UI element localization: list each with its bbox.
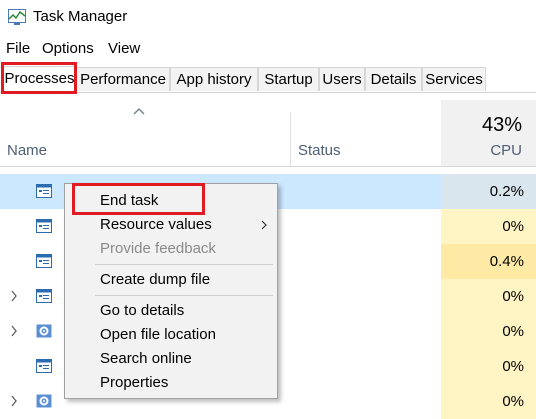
menu-item-provide-feedback: Provide feedback [100, 240, 216, 257]
menu-separator [95, 295, 273, 296]
cpu-cell: 0.4% [441, 244, 536, 279]
menu-item-resource-values[interactable]: Resource values [100, 216, 212, 233]
title-bar: Task Manager [0, 0, 536, 36]
tab-app-history[interactable]: App history [170, 67, 258, 91]
cpu-cell: 0% [441, 349, 536, 384]
tab-startup[interactable]: Startup [258, 67, 319, 91]
cpu-cell: 0% [441, 279, 536, 314]
cpu-cell: 0.2% [441, 174, 536, 209]
column-name[interactable]: Name [7, 142, 47, 159]
sort-up-icon[interactable] [132, 106, 146, 116]
window-app-icon [36, 184, 52, 198]
submenu-chevron-icon [261, 220, 267, 230]
column-divider[interactable] [290, 112, 291, 166]
tab-details[interactable]: Details [365, 67, 422, 91]
column-status[interactable]: Status [298, 142, 341, 159]
menu-view[interactable]: View [108, 40, 140, 57]
menu-item-open-file-location[interactable]: Open file location [100, 326, 216, 343]
menu-options[interactable]: Options [42, 40, 94, 57]
gear-service-icon [36, 324, 52, 338]
cpu-total-percent: 43% [481, 114, 522, 136]
task-manager-icon [8, 9, 26, 25]
cpu-cell: 0% [441, 209, 536, 244]
tab-processes[interactable]: Processes [3, 66, 76, 92]
column-cpu-label: CPU [490, 142, 522, 159]
tab-services[interactable]: Services [422, 67, 486, 91]
column-cpu[interactable]: 43% CPU [441, 100, 536, 166]
menu-file[interactable]: File [6, 40, 30, 57]
menu-item-properties[interactable]: Properties [100, 374, 168, 391]
window-app-icon [36, 359, 52, 373]
tab-strip: Processes Performance App history Startu… [0, 66, 536, 93]
menu-item-search-online[interactable]: Search online [100, 350, 192, 367]
menu-item-go-to-details[interactable]: Go to details [100, 302, 184, 319]
cpu-cell: 0% [441, 314, 536, 349]
window-app-icon [36, 254, 52, 268]
chevron-right-icon[interactable] [10, 325, 18, 337]
tab-performance[interactable]: Performance [76, 67, 170, 91]
column-header: Name Status 43% CPU [0, 100, 536, 167]
cpu-cell: 0% [441, 384, 536, 419]
context-menu: End task Resource values Provide feedbac… [64, 183, 278, 399]
gear-service-icon [36, 394, 52, 408]
window-title: Task Manager [33, 8, 128, 25]
chevron-right-icon[interactable] [10, 395, 18, 407]
menu-item-create-dump-file[interactable]: Create dump file [100, 271, 210, 288]
chevron-right-icon[interactable] [10, 290, 18, 302]
window-app-icon [36, 289, 52, 303]
window-app-icon [36, 219, 52, 233]
tab-users[interactable]: Users [319, 67, 365, 91]
menu-item-end-task[interactable]: End task [100, 192, 158, 209]
menu-separator [95, 264, 273, 265]
